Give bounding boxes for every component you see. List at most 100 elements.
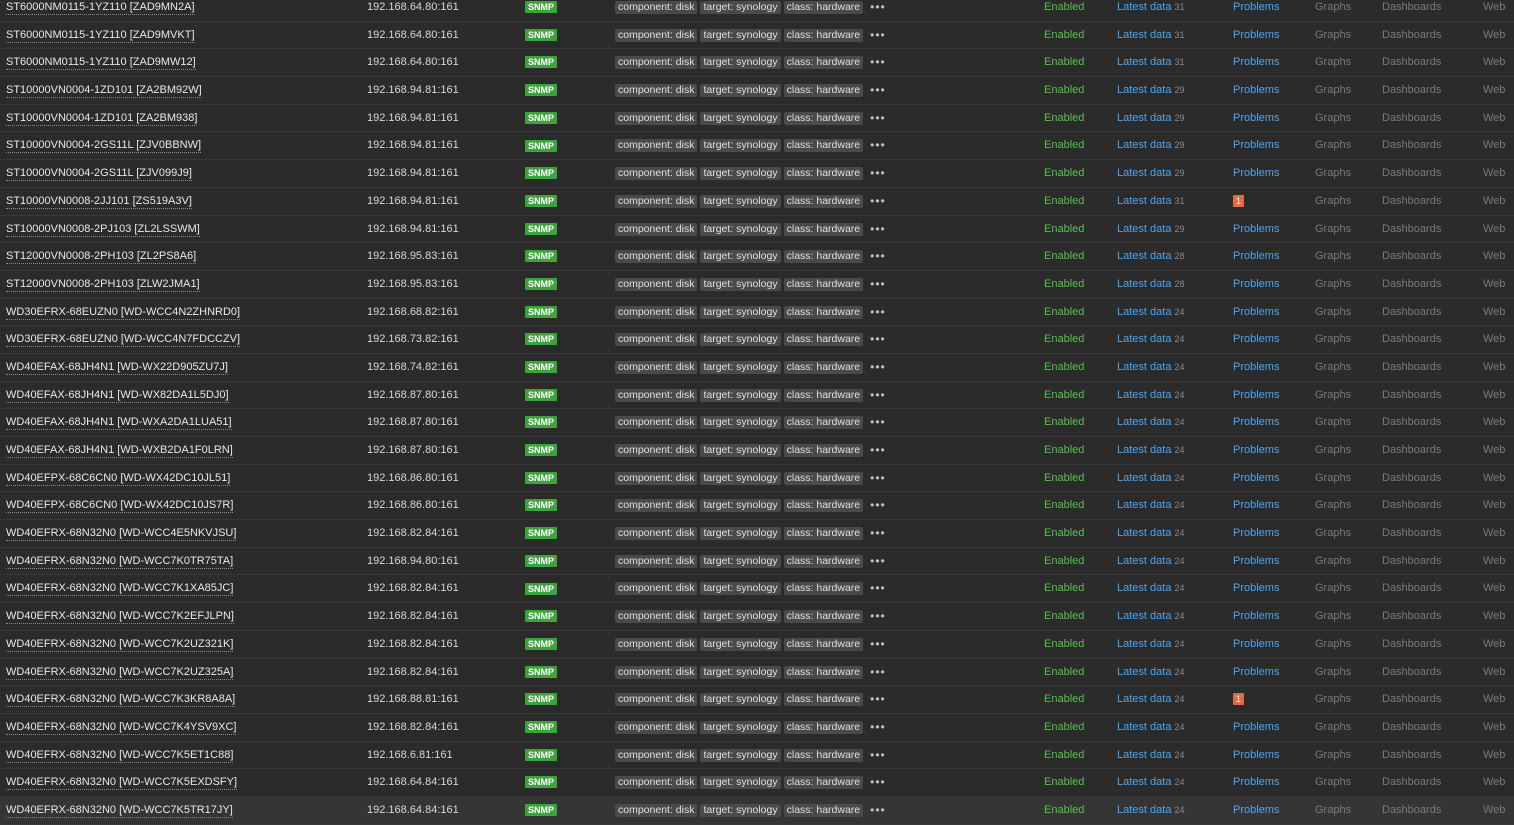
tag-component[interactable]: component: disk xyxy=(615,111,698,125)
tag-component[interactable]: component: disk xyxy=(615,305,698,319)
tag-component[interactable]: component: disk xyxy=(615,582,698,596)
more-tags-icon[interactable]: ••• xyxy=(870,160,886,187)
latest-data-link[interactable]: Latest data 29 xyxy=(1117,77,1184,104)
tag-target[interactable]: target: synology xyxy=(700,305,781,319)
more-tags-icon[interactable]: ••• xyxy=(870,575,886,602)
dashboards-link[interactable]: Dashboards xyxy=(1382,77,1441,104)
tag-target[interactable]: target: synology xyxy=(700,56,781,70)
status-enabled-link[interactable]: Enabled xyxy=(1044,797,1084,824)
status-enabled-link[interactable]: Enabled xyxy=(1044,354,1084,381)
status-enabled-link[interactable]: Enabled xyxy=(1044,603,1084,630)
problems-cell[interactable]: Problems xyxy=(1233,520,1279,547)
dashboards-link[interactable]: Dashboards xyxy=(1382,271,1441,298)
tag-class[interactable]: class: hardware xyxy=(783,360,864,374)
latest-data-link[interactable]: Latest data 24 xyxy=(1117,575,1184,602)
tag-component[interactable]: component: disk xyxy=(615,693,698,707)
dashboards-link[interactable]: Dashboards xyxy=(1382,160,1441,187)
tag-target[interactable]: target: synology xyxy=(700,28,781,42)
graphs-link[interactable]: Graphs xyxy=(1315,243,1351,270)
status-enabled-link[interactable]: Enabled xyxy=(1044,299,1084,326)
tag-component[interactable]: component: disk xyxy=(615,360,698,374)
web-link[interactable]: Web xyxy=(1483,0,1505,21)
host-name-link[interactable]: WD40EFPX-68C6CN0 [WD-WX42DC10JL51] xyxy=(6,472,231,486)
host-name-link[interactable]: ST10000VN0008-2PJ103 [ZL2LSSWM] xyxy=(6,223,200,237)
graphs-link[interactable]: Graphs xyxy=(1315,797,1351,824)
graphs-link[interactable]: Graphs xyxy=(1315,409,1351,436)
graphs-link[interactable]: Graphs xyxy=(1315,742,1351,769)
host-name-link[interactable]: WD40EFRX-68N32N0 [WD-WCC7K5TR17JY] xyxy=(6,804,233,818)
tag-component[interactable]: component: disk xyxy=(615,250,698,264)
tag-component[interactable]: component: disk xyxy=(615,499,698,513)
tag-target[interactable]: target: synology xyxy=(700,277,781,291)
problems-cell[interactable]: Problems xyxy=(1233,105,1279,132)
latest-data-link[interactable]: Latest data 24 xyxy=(1117,797,1184,824)
problems-cell[interactable]: Problems xyxy=(1233,714,1279,741)
latest-data-link[interactable]: Latest data 24 xyxy=(1117,354,1184,381)
tag-target[interactable]: target: synology xyxy=(700,222,781,236)
graphs-link[interactable]: Graphs xyxy=(1315,492,1351,519)
tag-component[interactable]: component: disk xyxy=(615,222,698,236)
host-name-link[interactable]: ST10000VN0004-2GS11L [ZJV099J9] xyxy=(6,167,192,182)
host-name-link[interactable]: WD40EFRX-68N32N0 [WD-WCC7K0TR75TA] xyxy=(6,555,234,569)
tag-component[interactable]: component: disk xyxy=(615,277,698,291)
more-tags-icon[interactable]: ••• xyxy=(870,105,886,132)
dashboards-link[interactable]: Dashboards xyxy=(1382,797,1441,824)
tag-class[interactable]: class: hardware xyxy=(783,554,864,568)
web-link[interactable]: Web xyxy=(1483,492,1505,519)
latest-data-link[interactable]: Latest data 24 xyxy=(1117,326,1184,353)
tag-component[interactable]: component: disk xyxy=(615,637,698,651)
tag-target[interactable]: target: synology xyxy=(700,693,781,707)
problems-cell[interactable]: Problems xyxy=(1233,77,1279,104)
tag-target[interactable]: target: synology xyxy=(700,527,781,541)
tag-component[interactable]: component: disk xyxy=(615,388,698,402)
dashboards-link[interactable]: Dashboards xyxy=(1382,465,1441,492)
host-name-link[interactable]: WD40EFRX-68N32N0 [WD-WCC7K4YSV9XC] xyxy=(6,721,237,735)
more-tags-icon[interactable]: ••• xyxy=(870,77,886,104)
host-name-link[interactable]: ST10000VN0004-1ZD101 [ZA2BM92W] xyxy=(6,84,202,99)
problems-cell[interactable]: Problems xyxy=(1233,742,1279,769)
web-link[interactable]: Web xyxy=(1483,520,1505,547)
host-name-link[interactable]: ST10000VN0008-2JJ101 [ZS519A3V] xyxy=(6,195,192,209)
problems-cell[interactable]: Problems xyxy=(1233,492,1279,519)
status-enabled-link[interactable]: Enabled xyxy=(1044,22,1084,49)
problems-cell[interactable]: Problems xyxy=(1233,299,1279,326)
graphs-link[interactable]: Graphs xyxy=(1315,22,1351,49)
problems-cell[interactable]: Problems xyxy=(1233,769,1279,796)
dashboards-link[interactable]: Dashboards xyxy=(1382,326,1441,353)
more-tags-icon[interactable]: ••• xyxy=(870,520,886,547)
problems-cell[interactable]: Problems xyxy=(1233,243,1279,270)
tag-class[interactable]: class: hardware xyxy=(783,194,864,208)
dashboards-link[interactable]: Dashboards xyxy=(1382,409,1441,436)
graphs-link[interactable]: Graphs xyxy=(1315,631,1351,658)
tag-class[interactable]: class: hardware xyxy=(783,499,864,513)
host-name-link[interactable]: WD40EFRX-68N32N0 [WD-WCC7K3KR8A8A] xyxy=(6,693,236,708)
tag-class[interactable]: class: hardware xyxy=(783,56,864,70)
host-name-link[interactable]: WD40EFAX-68JH4N1 [WD-WX22D905ZU7J] xyxy=(6,361,228,375)
latest-data-link[interactable]: Latest data 29 xyxy=(1117,216,1184,243)
web-link[interactable]: Web xyxy=(1483,354,1505,381)
web-link[interactable]: Web xyxy=(1483,797,1505,824)
more-tags-icon[interactable]: ••• xyxy=(870,437,886,464)
problems-cell[interactable]: Problems xyxy=(1233,797,1279,824)
web-link[interactable]: Web xyxy=(1483,686,1505,713)
tag-class[interactable]: class: hardware xyxy=(783,1,864,14)
tag-class[interactable]: class: hardware xyxy=(783,84,864,98)
web-link[interactable]: Web xyxy=(1483,49,1505,76)
tag-target[interactable]: target: synology xyxy=(700,554,781,568)
web-link[interactable]: Web xyxy=(1483,77,1505,104)
latest-data-link[interactable]: Latest data 24 xyxy=(1117,492,1184,519)
tag-component[interactable]: component: disk xyxy=(615,776,698,790)
problems-cell[interactable]: Problems xyxy=(1233,659,1279,686)
host-name-link[interactable]: WD40EFRX-68N32N0 [WD-WCC7K2UZ325A] xyxy=(6,666,234,680)
problem-count-badge[interactable]: 1 xyxy=(1233,194,1245,207)
latest-data-link[interactable]: Latest data 29 xyxy=(1117,132,1184,159)
status-enabled-link[interactable]: Enabled xyxy=(1044,105,1084,132)
graphs-link[interactable]: Graphs xyxy=(1315,769,1351,796)
web-link[interactable]: Web xyxy=(1483,188,1505,215)
more-tags-icon[interactable]: ••• xyxy=(870,631,886,658)
latest-data-link[interactable]: Latest data 24 xyxy=(1117,409,1184,436)
dashboards-link[interactable]: Dashboards xyxy=(1382,437,1441,464)
status-enabled-link[interactable]: Enabled xyxy=(1044,631,1084,658)
latest-data-link[interactable]: Latest data 24 xyxy=(1117,769,1184,796)
graphs-link[interactable]: Graphs xyxy=(1315,271,1351,298)
